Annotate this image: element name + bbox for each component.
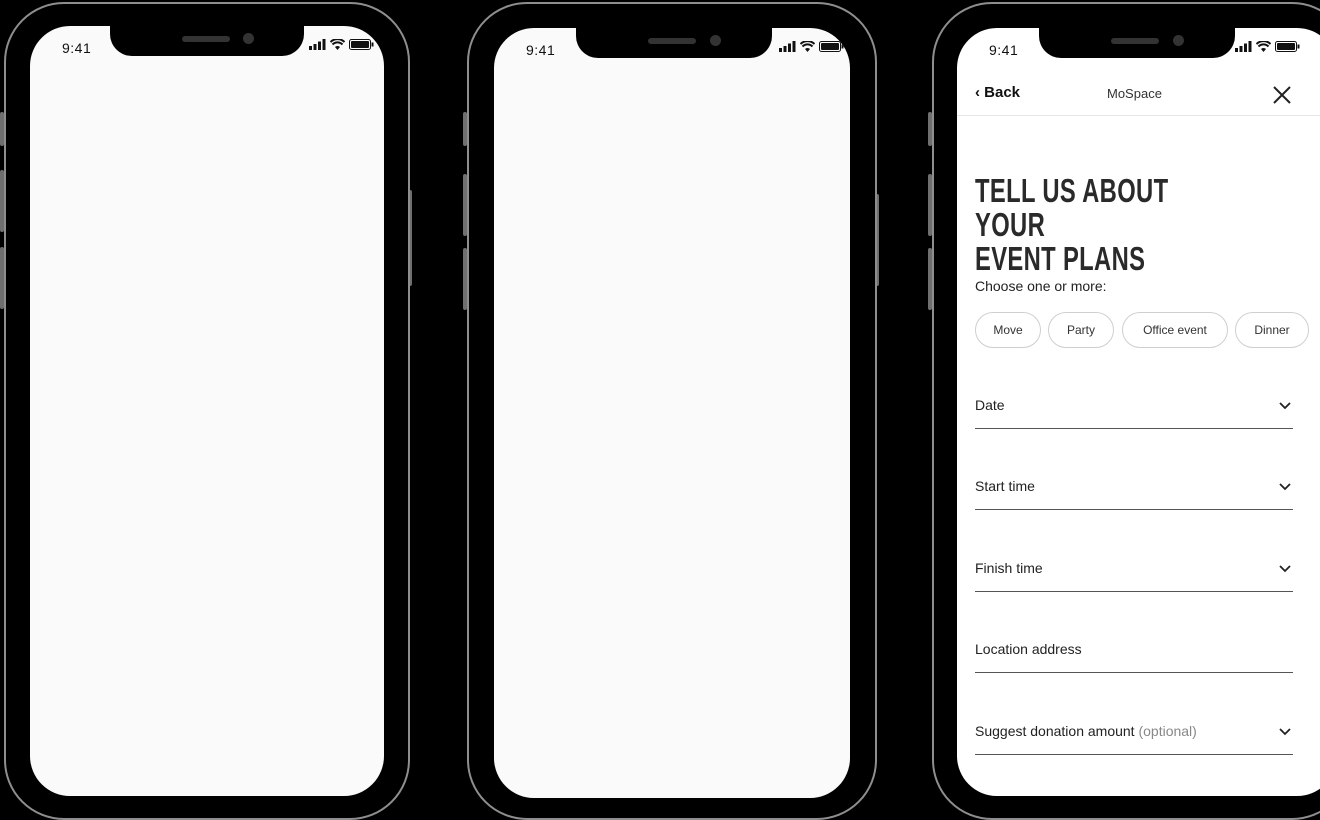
optional-hint: (optional) [1138,723,1197,739]
date-field[interactable]: Date [975,389,1293,429]
location-field[interactable]: Location address [975,633,1293,673]
chevron-down-icon [1279,402,1291,410]
phone-screen: 9:41 [30,26,384,796]
chip-party[interactable]: Party [1048,312,1114,348]
wifi-icon [330,39,345,50]
signal-icon [779,41,796,52]
status-clock: 9:41 [62,40,92,56]
phone-screen: 9:41 [494,28,850,798]
nav-bar: ‹ Back MoSpace [957,78,1320,116]
back-button[interactable]: ‹ Back [975,84,1020,101]
wifi-icon [800,41,815,52]
nav-title: MoSpace [1107,86,1162,101]
page-title-line-1: TELL US ABOUT YOUR [975,172,1169,243]
status-icons [309,39,374,50]
finish-time-label: Finish time [975,560,1043,576]
status-icons [779,41,844,52]
speaker [182,36,230,42]
start-time-label: Start time [975,478,1035,494]
donation-label: Suggest donation amount (optional) [975,723,1197,739]
status-clock: 9:41 [989,42,1019,58]
signal-icon [1235,41,1252,52]
close-icon[interactable] [1271,84,1293,106]
date-label: Date [975,397,1005,413]
notch [110,26,304,56]
donation-label-text: Suggest donation amount [975,723,1135,739]
camera [1173,35,1184,46]
chip-office-event[interactable]: Office event [1122,312,1228,348]
chevron-down-icon [1279,483,1291,491]
signal-icon [309,39,326,50]
page-title-line-2: EVENT PLANS [975,240,1146,277]
page-title: TELL US ABOUT YOUR EVENT PLANS [975,174,1191,276]
start-time-field[interactable]: Start time [975,470,1293,510]
wifi-icon [1256,41,1271,52]
chip-dinner[interactable]: Dinner [1235,312,1309,348]
speaker [648,38,696,44]
phone-1: 9:41 [0,2,412,820]
phone-3: 9:41 ‹ Back MoSpace TELL US ABOUT YOUR E… [928,2,1320,820]
chevron-down-icon [1279,565,1291,573]
donation-field[interactable]: Suggest donation amount (optional) [975,715,1293,755]
choose-label: Choose one or more: [975,278,1107,294]
speaker [1111,38,1159,44]
chip-move[interactable]: Move [975,312,1041,348]
phone-2: 9:41 [463,2,879,820]
phone-screen: 9:41 ‹ Back MoSpace TELL US ABOUT YOUR E… [957,28,1320,796]
battery-icon [349,39,374,50]
location-label: Location address [975,641,1082,657]
chevron-down-icon [1279,728,1291,736]
camera [243,33,254,44]
finish-time-field[interactable]: Finish time [975,552,1293,592]
notch [576,28,772,58]
battery-icon [1275,41,1300,52]
camera [710,35,721,46]
notch [1039,28,1235,58]
status-clock: 9:41 [526,42,556,58]
status-icons [1235,41,1300,52]
battery-icon [819,41,844,52]
